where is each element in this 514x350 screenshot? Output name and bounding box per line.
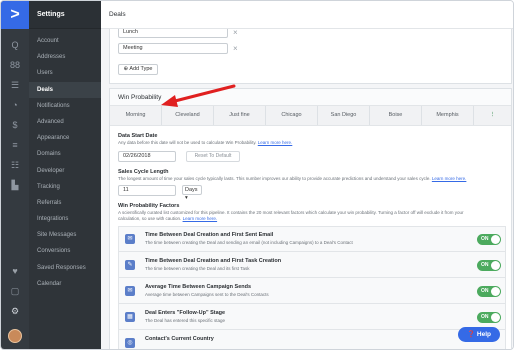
sales-cycle-unit-select[interactable]: Days ▾ xyxy=(182,185,202,201)
sales-cycle-label: Sales Cycle Length xyxy=(118,169,169,175)
factor-row: ✉ Average Time Between Campaign Sends Av… xyxy=(119,279,505,304)
factor-row: ◎ Contact's Current Country xyxy=(119,331,505,349)
pipeline-tabs: Morning Cleveland Just fine Chicago San … xyxy=(110,106,511,126)
campaign-icon: ✉ xyxy=(125,286,135,296)
factor-toggle[interactable]: ON xyxy=(477,312,501,323)
task-icon: ✎ xyxy=(125,260,135,270)
campaigns-icon[interactable]: ◔ xyxy=(9,99,21,111)
tab-boise[interactable]: Boise xyxy=(370,106,422,125)
factor-title: Time Between Deal Creation and First Sen… xyxy=(145,232,274,238)
factor-toggle[interactable]: ON xyxy=(477,234,501,245)
sidebar-item-appearance[interactable]: Appearance xyxy=(29,130,101,146)
contacts-icon[interactable]: 88 xyxy=(9,59,21,71)
sidebar-item-notifications[interactable]: Notifications xyxy=(29,98,101,114)
help-text: Any data before this date will not be us… xyxy=(118,140,257,145)
top-bar: Deals xyxy=(101,1,513,29)
reset-default-button[interactable]: Reset To Default xyxy=(186,151,240,162)
forms-icon[interactable]: ☷ xyxy=(9,159,21,171)
factor-toggle[interactable]: ON xyxy=(477,286,501,297)
factor-row: ✎ Time Between Deal Creation and First T… xyxy=(119,253,505,278)
main-content: Lunch × Meeting × ⊕ Add Type Win Probabi… xyxy=(101,29,513,349)
sidebar-item-integrations[interactable]: Integrations xyxy=(29,211,101,227)
remove-icon[interactable]: × xyxy=(233,45,238,53)
pages-icon[interactable]: ▢ xyxy=(9,285,21,297)
sidebar-title: Settings xyxy=(29,1,101,29)
avatar[interactable] xyxy=(8,329,22,343)
help-button[interactable]: ❓ Help xyxy=(458,327,500,342)
factor-title: Average Time Between Campaign Sends xyxy=(145,284,252,290)
page-title: Deals xyxy=(109,11,126,18)
deal-types-card: Lunch × Meeting × ⊕ Add Type xyxy=(109,29,512,84)
deals-icon[interactable]: $ xyxy=(9,119,21,131)
factor-toggle[interactable]: ON xyxy=(477,260,501,271)
sidebar-item-referrals[interactable]: Referrals xyxy=(29,195,101,211)
tab-memphis[interactable]: Memphis xyxy=(422,106,474,125)
factor-title: Contact's Current Country xyxy=(145,336,214,342)
deal-type-input-meeting[interactable]: Meeting xyxy=(118,43,228,54)
factor-title: Deal Enters "Follow-Up" Stage xyxy=(145,310,226,316)
factor-desc: The Deal has entered this specific stage xyxy=(145,318,226,323)
lists-icon[interactable]: ☰ xyxy=(9,79,21,91)
sales-cycle-input[interactable]: 11 xyxy=(118,185,176,196)
factors-help: A scientifically curated list customized… xyxy=(118,210,464,215)
sidebar-item-saved-responses[interactable]: Saved Responses xyxy=(29,260,101,276)
settings-sidebar: Settings Account Addresses Users Deals N… xyxy=(29,1,101,349)
email-icon: ✉ xyxy=(125,234,135,244)
sidebar-item-addresses[interactable]: Addresses xyxy=(29,49,101,65)
learn-more-link[interactable]: Learn more here. xyxy=(432,176,467,181)
stage-icon: ▦ xyxy=(125,312,135,322)
factors-help-2: calculation, so use with caution. Learn … xyxy=(118,216,217,221)
heart-icon[interactable]: ♥ xyxy=(9,265,21,277)
tab-morning[interactable]: Morning xyxy=(110,106,162,125)
more-tabs-icon[interactable]: ⋮ xyxy=(474,106,511,125)
sidebar-item-deals[interactable]: Deals xyxy=(29,81,101,98)
factor-desc: Average time between Campaigns sent to t… xyxy=(145,292,269,297)
factor-desc: The time between creating the Deal and i… xyxy=(145,266,250,271)
learn-more-link[interactable]: Learn more here. xyxy=(258,140,293,145)
factors-list: ✉ Time Between Deal Creation and First S… xyxy=(118,226,506,349)
sidebar-item-developer[interactable]: Developer xyxy=(29,163,101,179)
factor-desc: The time between creating the Deal and s… xyxy=(145,240,353,245)
country-icon: ◎ xyxy=(125,338,135,348)
automations-icon[interactable]: ≡ xyxy=(9,139,21,151)
sidebar-item-conversions[interactable]: Conversions xyxy=(29,243,101,259)
search-icon[interactable]: Q xyxy=(9,39,21,51)
factors-label: Win Probability Factors xyxy=(118,203,180,209)
add-type-button[interactable]: ⊕ Add Type xyxy=(118,64,158,75)
tab-cleveland[interactable]: Cleveland xyxy=(162,106,214,125)
data-start-date-label: Data Start Date xyxy=(118,133,158,139)
remove-icon[interactable]: × xyxy=(233,29,238,37)
tab-chicago[interactable]: Chicago xyxy=(266,106,318,125)
help-text: The longest amount of time your sales cy… xyxy=(118,176,431,181)
app-window: > Q 88 ☰ ◔ $ ≡ ☷ ▙ ♥ ▢ ⚙ Settings Accoun… xyxy=(0,0,514,350)
help-text: calculation, so use with caution. xyxy=(118,216,182,221)
data-start-date-help: Any data before this date will not be us… xyxy=(118,140,292,145)
sales-cycle-help: The longest amount of time your sales cy… xyxy=(118,176,466,181)
sidebar-item-account[interactable]: Account xyxy=(29,33,101,49)
sidebar-item-advanced[interactable]: Advanced xyxy=(29,114,101,130)
data-start-date-input[interactable]: 02/26/2018 xyxy=(118,151,176,162)
win-probability-title: Win Probability xyxy=(110,89,511,106)
gear-icon[interactable]: ⚙ xyxy=(9,305,21,317)
learn-more-link[interactable]: Learn more here. xyxy=(183,216,218,221)
reports-icon[interactable]: ▙ xyxy=(9,179,21,191)
logo-icon[interactable]: > xyxy=(1,1,29,29)
factor-row: ✉ Time Between Deal Creation and First S… xyxy=(119,227,505,252)
sidebar-item-users[interactable]: Users xyxy=(29,65,101,81)
icon-rail: > Q 88 ☰ ◔ $ ≡ ☷ ▙ ♥ ▢ ⚙ xyxy=(1,1,29,349)
sidebar-item-domains[interactable]: Domains xyxy=(29,146,101,162)
factor-row: ▦ Deal Enters "Follow-Up" Stage The Deal… xyxy=(119,305,505,330)
factor-title: Time Between Deal Creation and First Tas… xyxy=(145,258,282,264)
tab-just-fine[interactable]: Just fine xyxy=(214,106,266,125)
sidebar-item-tracking[interactable]: Tracking xyxy=(29,179,101,195)
sidebar-item-calendar[interactable]: Calendar xyxy=(29,276,101,292)
deal-type-input-lunch[interactable]: Lunch xyxy=(118,29,228,38)
sidebar-item-site-messages[interactable]: Site Messages xyxy=(29,227,101,243)
tab-san-diego[interactable]: San Diego xyxy=(318,106,370,125)
win-probability-card: Win Probability Morning Cleveland Just f… xyxy=(109,88,512,349)
